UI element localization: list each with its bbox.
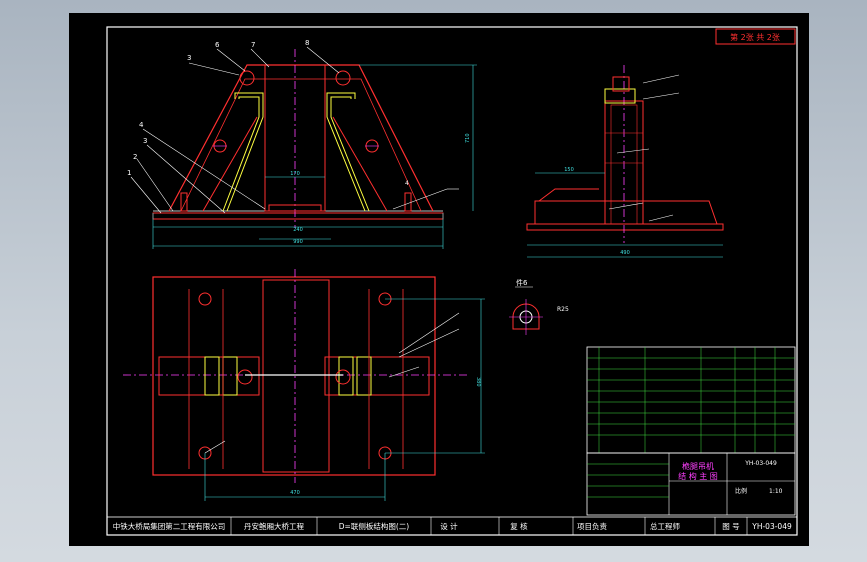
svg-text:YH-03-049: YH-03-049 (751, 522, 792, 531)
drawing-border (106, 26, 798, 536)
svg-text:1:10: 1:10 (769, 488, 783, 495)
svg-text:复 核: 复 核 (510, 521, 528, 531)
svg-text:990: 990 (293, 239, 303, 245)
svg-text:丹安鲍厢大桥工程: 丹安鲍厢大桥工程 (244, 521, 304, 531)
svg-text:3: 3 (187, 54, 191, 62)
svg-text:中铁大桥局集团第二工程有限公司: 中铁大桥局集团第二工程有限公司 (113, 521, 226, 531)
title-block: 桅腿吊机 结 构 主 图 YH-03-049 比例 1:10 (586, 452, 796, 516)
svg-text:6: 6 (215, 41, 220, 49)
svg-text:8: 8 (305, 39, 309, 47)
svg-text:R25: R25 (557, 306, 569, 313)
svg-text:4: 4 (139, 121, 144, 129)
svg-text:结 构 主 图: 结 构 主 图 (678, 471, 718, 481)
svg-text:150: 150 (564, 167, 574, 173)
cad-drawing-sheet: 第 2张 共 2张 990 240 170 710 3 6 7 8 4 3 2 … (69, 13, 809, 546)
svg-text:380: 380 (475, 377, 481, 387)
bottom-title-strip: 中铁大桥局集团第二工程有限公司 丹安鲍厢大桥工程 D=联侧板结构图(二) 设 计… (106, 516, 798, 536)
svg-text:170: 170 (290, 171, 300, 177)
svg-text:240: 240 (293, 227, 303, 233)
svg-text:第 2张 共 2张: 第 2张 共 2张 (730, 32, 780, 42)
svg-text:YH-03-049: YH-03-049 (744, 460, 777, 467)
drawing-canvas: 第 2张 共 2张 990 240 170 710 3 6 7 8 4 3 2 … (106, 26, 798, 536)
svg-text:2: 2 (133, 153, 137, 161)
svg-text:件6: 件6 (516, 278, 528, 287)
svg-text:设 计: 设 计 (440, 521, 458, 531)
front-view: 990 240 170 710 3 6 7 8 4 3 2 1 4 (127, 39, 477, 249)
svg-text:桅腿吊机: 桅腿吊机 (682, 461, 714, 471)
svg-text:图 号: 图 号 (722, 522, 739, 531)
svg-text:总工程师: 总工程师 (650, 521, 680, 531)
svg-text:490: 490 (620, 250, 630, 256)
side-view: 490 150 (526, 65, 724, 258)
svg-text:470: 470 (290, 490, 300, 496)
svg-text:D=联侧板结构图(二): D=联侧板结构图(二) (339, 521, 409, 531)
svg-text:710: 710 (465, 133, 471, 143)
svg-text:4: 4 (405, 180, 409, 187)
parts-list-table (586, 346, 796, 454)
plan-view: 470 380 (123, 269, 485, 501)
svg-text:项目负责: 项目负责 (577, 521, 607, 531)
detail-part-6: 件6 R25 (509, 278, 569, 335)
sheet-label: 第 2张 共 2张 (715, 28, 796, 45)
svg-text:1: 1 (127, 169, 131, 177)
svg-text:比例: 比例 (735, 487, 747, 495)
svg-text:3: 3 (143, 137, 147, 145)
svg-text:7: 7 (251, 41, 255, 49)
